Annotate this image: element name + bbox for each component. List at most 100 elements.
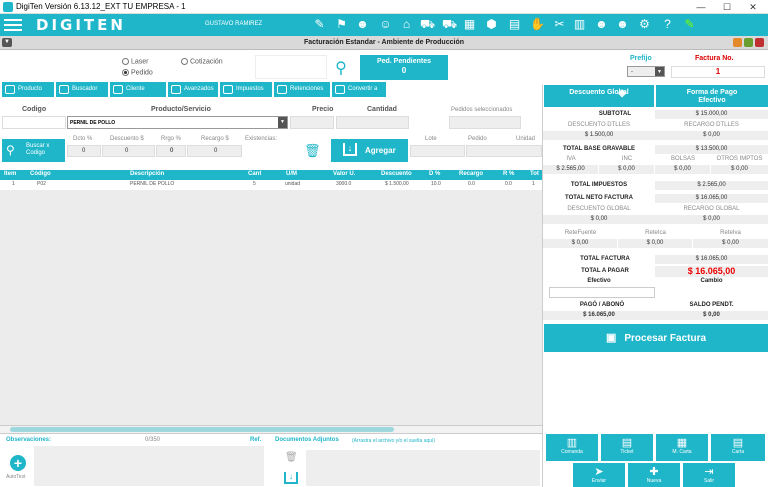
search-icon[interactable]: ⚲ — [330, 58, 352, 78]
action-label: Salir — [703, 478, 714, 484]
upload-icon[interactable]: ↓ — [284, 472, 298, 484]
tab-avanzados[interactable]: Avanzados — [168, 82, 218, 97]
doc-close-button[interactable] — [755, 38, 764, 47]
ticket-icon[interactable]: ⚑ — [334, 17, 349, 32]
person-icon[interactable]: ☻ — [594, 17, 609, 32]
tab-icon — [277, 85, 287, 94]
pago-value: $ 16.065,00 — [543, 311, 655, 320]
cantidad-input[interactable] — [336, 116, 409, 129]
tag-icon[interactable]: ⌂ — [399, 17, 414, 32]
m-carta-button[interactable]: ▦ M. Carta — [656, 434, 708, 461]
doc-restore-button[interactable] — [744, 38, 753, 47]
trash-icon[interactable]: 🗑 — [304, 143, 321, 159]
observaciones-count: 0/350 — [145, 437, 161, 443]
gear-icon[interactable]: ⚙ — [637, 17, 652, 32]
iva-label: IVA — [566, 156, 576, 162]
tools-icon[interactable]: ✂ — [552, 17, 567, 32]
download-icon: ↓ — [343, 143, 357, 156]
tab-icon — [113, 85, 123, 94]
trash-icon[interactable]: 🗑 — [285, 452, 298, 463]
rrgo-pct-input[interactable]: 0 — [156, 145, 186, 157]
precio-input[interactable] — [290, 116, 334, 129]
cart-settings-icon[interactable]: ⛟ — [442, 17, 457, 32]
recargo-input[interactable]: 0 — [187, 145, 242, 157]
chevron-down-icon: ▼ — [278, 117, 287, 128]
table-cell: P02 — [37, 181, 46, 187]
carta-button[interactable]: ▤ Carta — [711, 434, 765, 461]
horizontal-scrollbar[interactable] — [0, 425, 542, 433]
tab-impuestos[interactable]: Impuestos — [220, 82, 272, 97]
table-cell: 10.0 — [431, 181, 441, 187]
agregar-label: Agregar — [365, 146, 396, 155]
lote-label: Lote — [425, 136, 437, 142]
cart-icon[interactable]: ⛟ — [420, 17, 435, 32]
pedidos-sel-label: Pedidos seleccionados — [451, 107, 513, 113]
document-title: Facturación Estandar - Ambiente de Produ… — [304, 39, 464, 46]
box-icon[interactable]: ▦ — [462, 17, 477, 32]
action-icon: ✚ — [649, 466, 659, 478]
minimize-button[interactable]: — — [688, 0, 714, 14]
forma-pago-button[interactable]: Forma de Pago Efectivo — [656, 85, 768, 107]
search-users-icon[interactable]: ☺ — [378, 17, 393, 32]
efectivo-input[interactable] — [549, 287, 655, 298]
dg-value: $ 0,00 — [543, 215, 655, 224]
agregar-button[interactable]: ↓ Agregar — [331, 139, 408, 162]
tab-retenciones[interactable]: Retenciones — [274, 82, 330, 97]
column-header: Recargo — [459, 171, 484, 177]
tab-producto[interactable]: Producto — [2, 82, 54, 97]
prefijo-label: Prefijo — [630, 55, 652, 62]
ticket-button[interactable]: ▤ Ticket — [601, 434, 653, 461]
plus-icon[interactable]: + — [10, 455, 26, 471]
base-label: TOTAL BASE GRAVABLE — [562, 146, 636, 152]
scroll-thumb[interactable] — [10, 427, 394, 432]
close-button[interactable]: ✕ — [740, 0, 766, 14]
pedidos-pendientes-button[interactable]: Ped. Pendientes 0 — [360, 55, 448, 80]
observaciones-textarea[interactable] — [34, 446, 264, 486]
radio-laser[interactable]: Laser — [122, 58, 149, 65]
hand-coins-icon[interactable]: ✋ — [530, 17, 545, 32]
procesar-factura-button[interactable]: ▣ Procesar Factura — [544, 324, 768, 352]
dcto-pct-input[interactable]: 0 — [67, 145, 101, 157]
total-factura-label: TOTAL FACTURA — [580, 256, 630, 262]
radio-cotizacion-label: Cotización — [190, 58, 223, 66]
chart-icon[interactable]: ▤ — [507, 17, 522, 32]
notes-icon[interactable]: ✎ — [312, 17, 327, 32]
radio-pedido[interactable]: Pedido — [122, 69, 153, 76]
tab-label: Buscador — [72, 86, 98, 92]
tab-convertir-a-fe[interactable]: Convertir a FE — [332, 82, 386, 107]
action-icon: ⇥ — [704, 466, 714, 478]
codigo-input[interactable] — [2, 116, 66, 129]
codigo-header: Codigo — [22, 106, 47, 113]
table-cell: 1 — [532, 181, 535, 187]
inc-label: INC — [621, 156, 633, 162]
enviar-button[interactable]: ➤ Enviar — [573, 463, 625, 487]
pedido-input[interactable] — [466, 145, 542, 157]
tab-cliente[interactable]: Cliente — [110, 82, 166, 97]
nueva-button[interactable]: ✚ Nueva — [628, 463, 680, 487]
salir-button[interactable]: ⇥ Salir — [683, 463, 735, 487]
descuento-global-button[interactable]: Descuento Global ◈ — [544, 85, 654, 107]
admin-icon[interactable]: ☻ — [615, 17, 630, 32]
lote-input[interactable] — [410, 145, 465, 157]
help-icon[interactable]: ? — [660, 17, 675, 32]
doc-minimize-button[interactable] — [733, 38, 742, 47]
pen-icon[interactable]: ✎ — [682, 17, 697, 32]
table-row[interactable]: 1 P02 PERNIL DE POLLO 5 unidad 3000.0 $ 1.500,… — [0, 180, 542, 190]
radio-cotizacion[interactable]: Cotización — [181, 58, 223, 65]
maximize-button[interactable]: ☐ — [714, 0, 740, 14]
tab-label: Avanzados — [184, 86, 214, 92]
prefijo-select[interactable]: - ▼ — [627, 66, 665, 77]
documentos-drop-area[interactable] — [306, 450, 540, 486]
descuento-input[interactable]: 0 — [102, 145, 155, 157]
tab-buscador[interactable]: Buscador — [56, 82, 108, 97]
action-icon: ▤ — [732, 437, 744, 449]
bar-chart-icon[interactable]: ▥ — [572, 17, 587, 32]
producto-header: Producto/Servicio — [151, 106, 211, 113]
producto-select[interactable]: PERNIL DE POLLO ▼ — [67, 116, 288, 129]
comanda-button[interactable]: ▥ Comanda — [546, 434, 598, 461]
cube-icon[interactable]: ⬢ — [484, 17, 499, 32]
users-icon[interactable]: ☻ — [355, 17, 370, 32]
buscar-codigo-button[interactable]: ⚲ Buscar x Codigo — [2, 139, 65, 162]
tab-icon — [59, 85, 69, 94]
hamburger-menu-icon[interactable] — [4, 17, 22, 33]
